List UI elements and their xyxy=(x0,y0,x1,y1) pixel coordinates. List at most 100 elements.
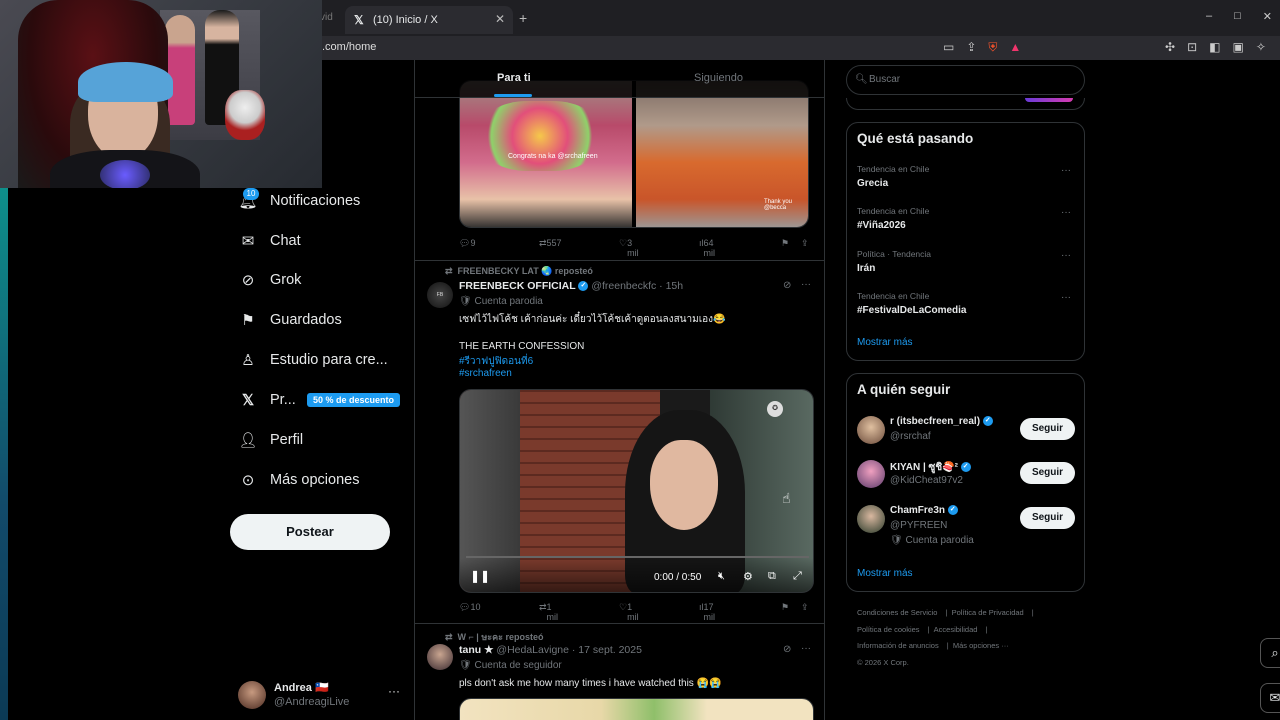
media-image-right[interactable]: Thank you @becca xyxy=(636,81,808,227)
follow-name[interactable]: r (itsbecfreen_real) ✓ xyxy=(890,416,993,427)
follow-button[interactable]: Seguir xyxy=(1020,418,1075,440)
follow-button[interactable]: Seguir xyxy=(1020,462,1075,484)
grok-floating-icon[interactable]: ⌕ xyxy=(1260,638,1280,668)
views-button[interactable]: ıl 64 mil xyxy=(699,238,715,258)
footer-cookies-link[interactable]: Política de cookies xyxy=(857,625,920,634)
avatar[interactable] xyxy=(857,416,885,444)
follow-show-more-link[interactable]: Mostrar más xyxy=(857,568,913,579)
x-logo-icon: 𝕏 xyxy=(241,392,255,409)
trend-more-icon[interactable]: ··· xyxy=(1061,165,1071,176)
footer-accessibility-link[interactable]: Accesibilidad xyxy=(934,625,978,634)
minimize-button[interactable]: – xyxy=(1206,10,1212,23)
like-button[interactable]: ♡ 3 mil xyxy=(619,238,639,258)
leo-icon[interactable]: ✧ xyxy=(1256,40,1266,54)
account-switcher[interactable]: Andrea 🇨🇱 @AndreagiLive ··· xyxy=(238,680,403,712)
nav-label: Notificaciones xyxy=(270,193,361,209)
tweet-more-icon[interactable]: ··· xyxy=(801,279,811,290)
nav-saved[interactable]: ⚑ Guardados xyxy=(238,306,341,334)
trend-more-icon[interactable]: ··· xyxy=(1061,207,1071,218)
follow-name[interactable]: ChamFre3n ✓ xyxy=(890,505,958,516)
repost-indicator[interactable]: ⇄ FREENBECKY LAT 🌏 reposteó xyxy=(445,266,593,277)
trends-card: Qué está pasando Tendencia en Chile Grec… xyxy=(846,122,1085,361)
extensions-icon[interactable]: ✣ xyxy=(1165,40,1175,54)
grok-icon[interactable]: ⊘ xyxy=(783,644,791,655)
pip-icon[interactable]: ⧉ xyxy=(768,570,776,583)
nav-profile[interactable]: 👤︎ Perfil xyxy=(238,426,303,454)
settings-icon[interactable]: ⚙ xyxy=(743,570,753,583)
reply-button[interactable]: 💬︎ 9 xyxy=(459,238,475,249)
avatar[interactable] xyxy=(857,460,885,488)
follow-name[interactable]: KIYAN | ซูชิ🍣² ✓ xyxy=(890,460,971,475)
media-caption-left: Congrats na ka @srchafreen xyxy=(508,153,598,160)
bookmark-icon[interactable]: ⚑ xyxy=(781,238,789,249)
repost-button[interactable]: ⇄ 1 mil xyxy=(539,602,558,622)
url-field[interactable]: .com/home xyxy=(322,41,376,53)
window-controls: – □ ✕ xyxy=(1206,10,1272,23)
maximize-button[interactable]: □ xyxy=(1234,10,1241,23)
nav-chat[interactable]: ✉ Chat xyxy=(238,227,301,255)
timeline[interactable]: Para ti Siguiendo Congrats na ka @srchaf… xyxy=(414,60,825,720)
nav-grok[interactable]: ⊘ Grok xyxy=(238,266,302,294)
cast-icon[interactable]: ▭ xyxy=(943,40,954,55)
person-icon: 👤︎ xyxy=(238,432,258,449)
post-button[interactable]: Postear xyxy=(230,514,390,550)
hashtag-link[interactable]: #srchafreen xyxy=(459,368,512,379)
tweet-author[interactable]: FREENBECK OFFICIAL ✓ @freenbeckfc · 15h xyxy=(459,280,683,292)
grok-icon[interactable]: ⊘ xyxy=(783,280,791,291)
search-input[interactable]: 🔍︎ Buscar xyxy=(846,65,1085,95)
trend-more-icon[interactable]: ··· xyxy=(1061,250,1071,261)
tweet-more-icon[interactable]: ··· xyxy=(801,643,811,654)
account-more-icon[interactable]: ··· xyxy=(388,684,400,698)
video-player[interactable]: ✪ ❚❚ 0:00 / 0:50 🔇︎ ⚙ ⧉ ⤢ ☝︎ xyxy=(459,389,814,593)
like-button[interactable]: ♡ 1 mil xyxy=(619,602,639,622)
tweet-author[interactable]: tanu ★ @HedaLavigne · 17 sept. 2025 xyxy=(459,644,642,656)
tab-following[interactable]: Siguiendo xyxy=(694,72,743,84)
trends-show-more-link[interactable]: Mostrar más xyxy=(857,337,913,348)
trend-item[interactable]: Política · Tendencia Irán ··· xyxy=(847,248,1084,284)
avatar[interactable] xyxy=(857,505,885,533)
follow-button[interactable]: Seguir xyxy=(1020,507,1075,529)
messages-floating-icon[interactable]: ✉ xyxy=(1260,683,1280,713)
tweet-media-gallery[interactable]: Congrats na ka @srchafreen Thank you @be… xyxy=(459,80,809,228)
footer-terms-link[interactable]: Condiciones de Servicio xyxy=(857,608,937,617)
pause-icon[interactable]: ❚❚ xyxy=(470,569,490,583)
share-icon[interactable]: ⇪ xyxy=(966,40,976,55)
tweet-actions: 💬︎ 9 ⇄ 557 ♡ 3 mil ıl 64 mil ⚑ ⇪ xyxy=(459,238,815,258)
nav-more-options[interactable]: ⊙ Más opciones xyxy=(238,466,360,494)
share-icon[interactable]: ⇪ xyxy=(801,602,809,613)
screenshot-icon[interactable]: ⊡ xyxy=(1187,40,1197,54)
avatar[interactable]: FB xyxy=(427,282,453,308)
trend-more-icon[interactable]: ··· xyxy=(1061,292,1071,303)
close-window-button[interactable]: ✕ xyxy=(1263,10,1272,23)
plush-toy xyxy=(225,90,265,140)
sidebar-icon[interactable]: ◧ xyxy=(1209,40,1220,54)
repost-button[interactable]: ⇄ 557 xyxy=(539,238,562,249)
nav-premium[interactable]: 𝕏 Pr... xyxy=(238,386,296,414)
mute-icon[interactable]: 🔇︎ xyxy=(718,570,725,583)
footer-more-link[interactable]: Más opciones ··· xyxy=(953,641,1009,650)
nav-creator-studio[interactable]: ♙ Estudio para cre... xyxy=(238,346,387,374)
brave-rewards-icon[interactable]: ▲ xyxy=(1009,40,1021,55)
fullscreen-icon[interactable]: ⤢ xyxy=(793,570,802,583)
views-button[interactable]: ıl 17 mil xyxy=(699,602,715,622)
avatar[interactable] xyxy=(427,644,453,670)
bookmark-icon[interactable]: ⚑ xyxy=(781,602,789,613)
new-tab-button[interactable]: + xyxy=(519,10,527,26)
browser-tab-active[interactable]: 𝕏 (10) Inicio / X ✕ xyxy=(345,6,513,34)
wallet-icon[interactable]: ▣ xyxy=(1232,40,1243,54)
brave-shield-icon[interactable]: ⛨ xyxy=(988,40,997,55)
footer-privacy-link[interactable]: Política de Privacidad xyxy=(952,608,1024,617)
trend-item[interactable]: Tendencia en Chile #Viña2026 ··· xyxy=(847,205,1084,241)
hashtag-link[interactable]: #รีวาฟปูฟิดอนที่6 xyxy=(459,354,533,369)
tweet-media-image[interactable] xyxy=(459,698,814,720)
verified-icon: ✓ xyxy=(982,416,993,427)
reply-button[interactable]: 💬︎ 10 xyxy=(459,602,480,613)
tab-for-you[interactable]: Para ti xyxy=(497,72,531,84)
trend-item[interactable]: Tendencia en Chile Grecia ··· xyxy=(847,163,1084,199)
media-image-left[interactable]: Congrats na ka @srchafreen xyxy=(460,81,632,227)
trend-item[interactable]: Tendencia en Chile #FestivalDeLaComedia … xyxy=(847,290,1084,326)
repost-indicator[interactable]: ⇄ W ⌐ | ษะคะ reposteó xyxy=(445,630,543,644)
share-icon[interactable]: ⇪ xyxy=(801,238,809,249)
footer-ads-link[interactable]: Información de anuncios xyxy=(857,641,939,650)
tab-close-icon[interactable]: ✕ xyxy=(495,12,505,26)
